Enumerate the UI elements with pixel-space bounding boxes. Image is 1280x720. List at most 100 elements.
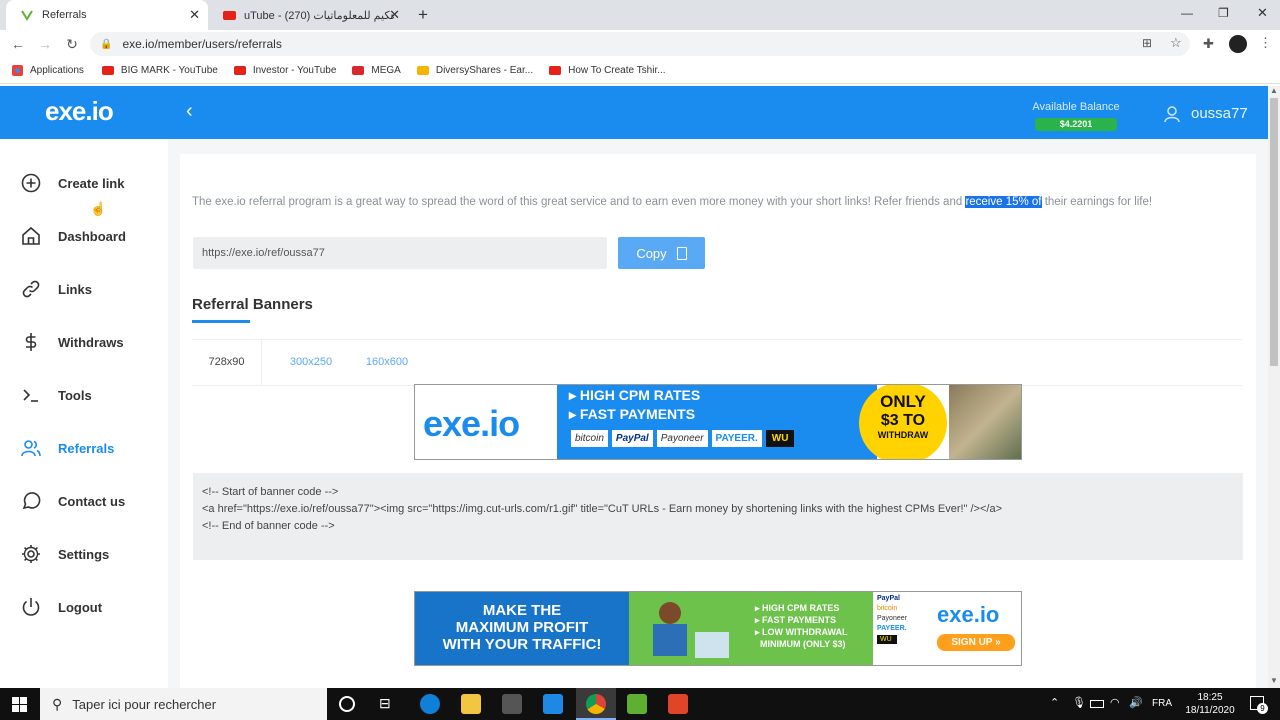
banner-second[interactable]: MAKE THE MAXIMUM PROFIT WITH YOUR TRAFFI…: [414, 591, 1022, 666]
bookmarks-bar: Applications BIG MARK - YouTube Investor -…: [0, 58, 1280, 84]
banner-logo: exe.io: [423, 403, 520, 444]
scroll-down-icon[interactable]: ▼: [1270, 676, 1278, 685]
paypal-logo: PayPal: [611, 430, 653, 447]
lock-icon: 🔒: [100, 38, 113, 50]
chrome-task[interactable]: [576, 688, 616, 720]
tab-referrals[interactable]: Referrals ✕: [6, 0, 208, 30]
bookmark-item[interactable]: Applications: [12, 65, 84, 76]
battery-icon[interactable]: [1090, 700, 1104, 708]
banner2-bullets: ▸ HIGH CPM RATES ▸ FAST PAYMENTS ▸ LOW W…: [749, 592, 873, 665]
bookmark-label: DiversyShares - Ear...: [435, 65, 534, 76]
tab-160x600[interactable]: 160x600: [352, 339, 422, 385]
sidebar-item-withdraws[interactable]: Withdraws: [20, 330, 124, 354]
extensions-icon[interactable]: ✚: [1203, 36, 1214, 52]
minimize-button[interactable]: —: [1181, 6, 1193, 20]
task-view-icon[interactable]: ⊟: [379, 695, 391, 712]
sidebar-item-dashboard[interactable]: Dashboard: [20, 224, 126, 248]
intro-highlight: receive 15% of: [965, 196, 1042, 208]
bookmark-label: BIG MARK - YouTube: [120, 65, 218, 76]
browser-tab-bar: Referrals ✕ uTube - حكيم للمعلوماتيات (2…: [0, 0, 1280, 30]
hand-cursor-icon: ☝: [90, 201, 107, 216]
bookmark-item[interactable]: Investor - YouTube: [233, 65, 336, 76]
page-scrollbar[interactable]: ▲ ▼: [1268, 86, 1280, 688]
bookmark-favicon-icon: [233, 66, 246, 75]
user-icon[interactable]: [1163, 105, 1181, 128]
new-tab-button[interactable]: +: [418, 5, 428, 25]
scroll-up-icon[interactable]: ▲: [1270, 86, 1278, 95]
profile-avatar[interactable]: [1229, 35, 1247, 53]
tray-chevron-icon[interactable]: ⌃: [1050, 696, 1059, 709]
sidebar-item-label: Create link: [58, 175, 125, 191]
youtube-favicon-icon: [222, 8, 236, 22]
cortana-icon[interactable]: [339, 696, 355, 712]
bookmark-label: How To Create Tshir...: [568, 65, 666, 76]
tab-youtube[interactable]: uTube - حكيم للمعلوماتيات (270) ✕: [208, 0, 408, 30]
sidebar-item-links[interactable]: Links: [20, 277, 92, 301]
bitcoin-logo: bitcoin: [571, 430, 608, 447]
sidebar-item-tools[interactable]: Tools: [20, 383, 92, 407]
volume-icon[interactable]: 🔊: [1129, 696, 1143, 709]
windows-start-icon[interactable]: [12, 697, 27, 717]
dollar-icon: [25, 333, 37, 351]
windows-taskbar: ⚲ Taper ici pour rechercher ⊟ ⌃ 🎙 ◠ 🔊 FR…: [0, 688, 1280, 720]
file-explorer-icon[interactable]: [461, 694, 481, 714]
clock[interactable]: 18:25 18/11/2020: [1180, 691, 1240, 717]
star-icon[interactable]: ☆: [1170, 35, 1182, 51]
username-label[interactable]: oussa77: [1191, 105, 1248, 122]
store-icon[interactable]: [502, 694, 522, 714]
mic-icon[interactable]: 🎙: [1072, 696, 1086, 709]
camtasia-icon[interactable]: [627, 694, 647, 714]
bookmark-item[interactable]: MEGA: [352, 65, 401, 76]
banner-728x90[interactable]: exe.io ▸ HIGH CPM RATES ▸ FAST PAYMENTS …: [414, 384, 1022, 460]
main-content: The exe.io referral program is a great w…: [168, 139, 1268, 714]
bookmark-item[interactable]: DiversyShares - Ear...: [416, 65, 534, 76]
intro-text-before: The exe.io referral program is a great w…: [192, 196, 966, 208]
close-tab-icon[interactable]: ✕: [389, 7, 400, 23]
menu-dots-icon[interactable]: ⋮: [1259, 35, 1272, 51]
taskbar-search[interactable]: ⚲ Taper ici pour rechercher: [40, 688, 327, 720]
sidebar-item-logout[interactable]: Logout: [20, 595, 102, 619]
mail-icon[interactable]: [543, 694, 563, 714]
power-icon: [22, 598, 40, 616]
bookmark-favicon-icon: [416, 66, 429, 75]
referral-link-field[interactable]: https://exe.io/ref/oussa77: [193, 237, 607, 269]
sidebar-item-settings[interactable]: Settings: [20, 542, 109, 566]
exe-logo[interactable]: exe.io: [45, 96, 114, 127]
translate-icon[interactable]: ⊞: [1142, 36, 1152, 50]
banner-code-textarea[interactable]: <!-- Start of banner code --> <a href="h…: [193, 473, 1243, 560]
title-underline: [192, 320, 250, 323]
wu-logo: WU: [765, 430, 795, 447]
collapse-chevron-icon[interactable]: ‹: [186, 100, 193, 123]
sidebar-item-referrals[interactable]: Referrals: [20, 436, 114, 460]
payment-logos: bitcoin PayPal Payoneer PAYEER. WU: [571, 430, 795, 447]
code-line: <!-- End of banner code -->: [202, 520, 335, 532]
sidebar-item-create-link[interactable]: Create link: [20, 171, 124, 195]
forward-arrow-icon[interactable]: →: [36, 35, 54, 53]
tab-300x250[interactable]: 300x250: [276, 339, 346, 385]
edge-icon[interactable]: [420, 694, 440, 714]
back-arrow-icon[interactable]: ←: [9, 35, 27, 53]
sidebar-item-contact-us[interactable]: Contact us: [20, 489, 125, 513]
bookmark-label: Applications: [30, 65, 84, 76]
money-photo: [949, 385, 1021, 459]
bookmark-item[interactable]: BIG MARK - YouTube: [101, 65, 218, 76]
language-indicator[interactable]: FRA: [1152, 698, 1172, 709]
close-tab-icon[interactable]: ✕: [189, 7, 200, 23]
tab-728x90[interactable]: 728x90: [192, 339, 262, 385]
sidebar-item-label: Contact us: [58, 493, 126, 509]
scroll-thumb[interactable]: [1270, 98, 1278, 366]
maximize-button[interactable]: ❐: [1218, 6, 1229, 20]
banner2-logo-area: exe.io SIGN UP »: [929, 592, 1021, 665]
balance-badge: $4.2201: [1035, 118, 1117, 131]
reload-icon[interactable]: ↻: [63, 35, 81, 53]
url-text: exe.io/member/users/referrals: [122, 37, 282, 51]
notification-icon[interactable]: 9: [1250, 696, 1268, 714]
network-icon[interactable]: ◠: [1110, 696, 1120, 709]
copy-button[interactable]: Copy: [618, 237, 705, 269]
signup-badge: SIGN UP »: [937, 634, 1015, 651]
bookmark-item[interactable]: How To Create Tshir...: [549, 65, 666, 76]
url-field[interactable]: 🔒 exe.io/member/users/referrals ⊞ ☆: [90, 32, 1190, 56]
recorder-icon[interactable]: [668, 694, 688, 714]
close-window-button[interactable]: ✕: [1257, 5, 1268, 21]
users-icon: [21, 440, 41, 457]
